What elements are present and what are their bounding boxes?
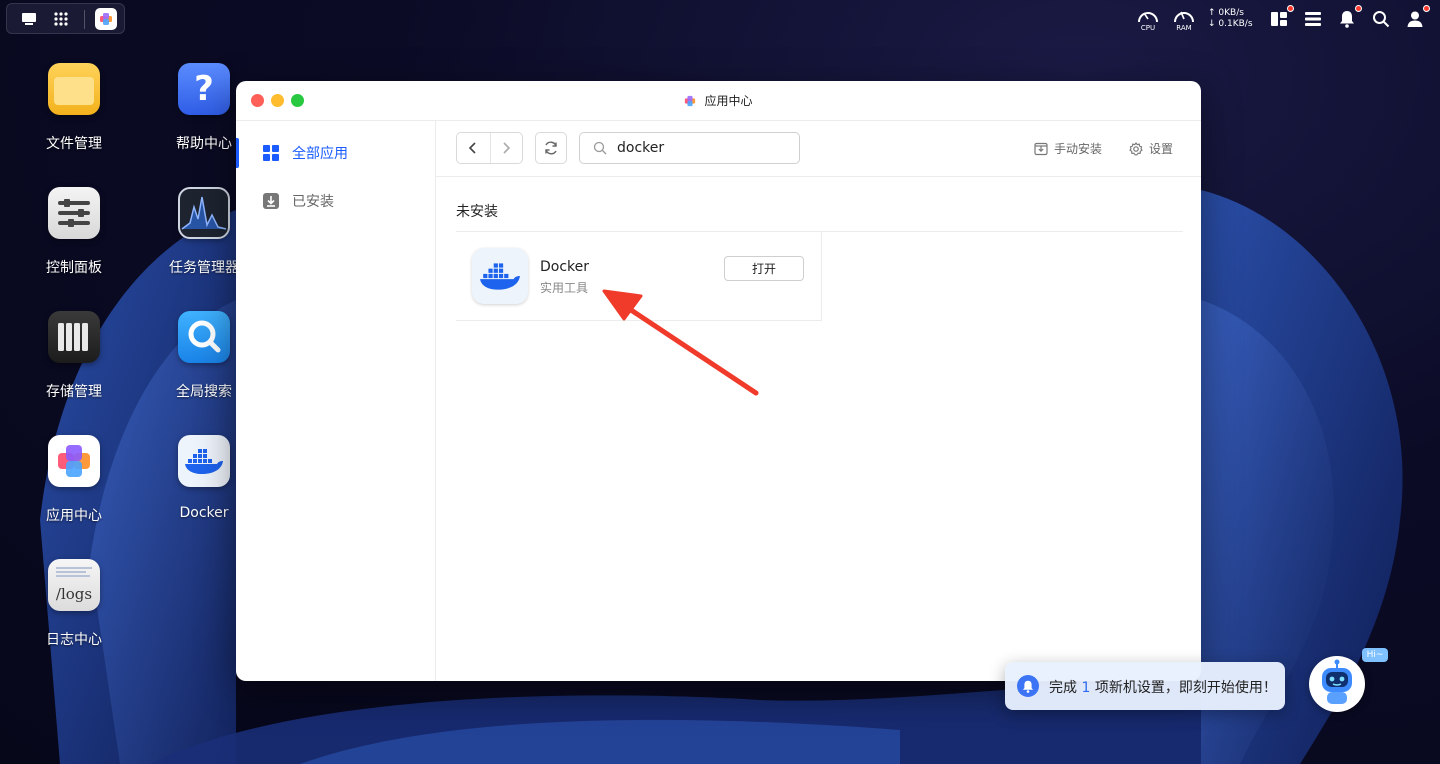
network-speed[interactable]: ↑ 0KB/s ↓ 0.1KB/s — [1208, 8, 1256, 30]
notification-count: 1 — [1081, 680, 1091, 696]
app-center-window: 应用中心 全部应用 已安装 手 — [236, 81, 1201, 681]
status-area: CPU RAM ↑ 0KB/s ↓ 0.1KB/s — [1136, 5, 1430, 32]
log-file-icon: /logs — [48, 559, 100, 611]
top-bar: CPU RAM ↑ 0KB/s ↓ 0.1KB/s — [0, 0, 1440, 36]
desktop-icon-file-manager[interactable]: 文件管理 — [24, 63, 124, 153]
window-titlebar[interactable]: 应用中心 — [236, 81, 1201, 121]
taskbar-divider — [84, 10, 85, 29]
grid-icon — [263, 145, 279, 161]
docker-whale-icon — [178, 435, 230, 487]
docker-whale-icon — [472, 248, 528, 304]
app-list-content: 未安装 Docker 实用工具 打开 — [436, 177, 1201, 681]
magnifier-icon — [178, 311, 230, 363]
setup-notification[interactable]: 完成 1 项新机设置，即刻开始使用！ — [1005, 662, 1285, 710]
section-title-not-installed: 未安装 — [456, 204, 498, 220]
app-center-taskbar-icon[interactable] — [94, 8, 118, 30]
net-down: 0.1KB/s — [1218, 19, 1253, 29]
bell-icon[interactable] — [1336, 5, 1362, 30]
net-up: 0KB/s — [1218, 8, 1244, 18]
sidebar-item-label: 全部应用 — [292, 146, 348, 162]
notification-text: 完成 1 项新机设置，即刻开始使用！ — [1049, 677, 1277, 697]
search-input[interactable] — [617, 138, 792, 158]
refresh-button[interactable] — [535, 132, 567, 164]
search-icon[interactable] — [1370, 8, 1392, 30]
sidebar: 全部应用 已安装 — [236, 121, 436, 681]
app-grid-icon[interactable] — [49, 8, 73, 30]
bell-badge — [1355, 5, 1362, 12]
taskbar-left — [6, 3, 125, 34]
chevron-left-icon — [469, 142, 476, 154]
desktop-icon-label: 控制面板 — [46, 260, 102, 276]
install-icon — [1034, 142, 1048, 155]
app-card-docker[interactable]: Docker 实用工具 打开 — [456, 232, 822, 321]
sliders-icon — [48, 187, 100, 239]
chevron-right-icon — [503, 142, 511, 154]
assistant-hi-badge: Hi~ — [1362, 648, 1388, 662]
desktop-icon-app-center[interactable]: 应用中心 — [24, 435, 124, 525]
sidebar-item-installed[interactable]: 已安装 — [262, 189, 334, 213]
sidebar-active-indicator — [236, 138, 239, 168]
search-box[interactable] — [579, 132, 800, 164]
log-icon-text: /logs — [55, 585, 93, 603]
desktop-icon-label: 日志中心 — [46, 632, 102, 648]
sidebar-item-all-apps[interactable]: 全部应用 — [262, 141, 348, 165]
app-center-logo-icon — [684, 95, 696, 107]
refresh-icon — [545, 141, 557, 155]
desktop-icon-label: 文件管理 — [46, 136, 102, 152]
task-list-icon[interactable] — [1302, 8, 1324, 30]
app-name: Docker — [540, 259, 590, 275]
settings-button[interactable]: 设置 — [1129, 140, 1173, 157]
toolbar: 手动安装 设置 — [436, 121, 1201, 177]
desktop-icon-label: 应用中心 — [46, 508, 102, 524]
cpu-gauge[interactable]: CPU — [1136, 7, 1160, 32]
download-arrow-icon: ↓ — [1208, 19, 1216, 29]
notification-prefix: 完成 — [1049, 680, 1077, 696]
manual-install-button[interactable]: 手动安装 — [1034, 140, 1102, 157]
ram-gauge[interactable]: RAM — [1172, 7, 1196, 32]
user-icon[interactable] — [1404, 5, 1430, 30]
forward-button[interactable] — [489, 133, 523, 163]
notification-suffix: 项新机设置，即刻开始使用！ — [1094, 680, 1277, 696]
desktop-icon-log-center[interactable]: /logs 日志中心 — [24, 559, 124, 649]
widgets-icon[interactable] — [1268, 5, 1294, 30]
widgets-badge — [1287, 5, 1294, 12]
notification-bell-icon — [1017, 675, 1039, 697]
show-desktop-icon[interactable] — [17, 8, 41, 30]
window-title: 应用中心 — [236, 92, 1201, 109]
download-icon — [263, 193, 279, 209]
open-app-button[interactable]: 打开 — [724, 256, 804, 281]
nav-buttons — [456, 132, 523, 164]
storage-drives-icon — [48, 311, 100, 363]
app-center-icon — [48, 435, 100, 487]
cpu-label: CPU — [1140, 24, 1156, 32]
app-category: 实用工具 — [540, 281, 589, 295]
manual-install-label: 手动安装 — [1054, 142, 1103, 156]
assistant-robot-icon[interactable] — [1309, 656, 1365, 712]
back-button[interactable] — [457, 133, 490, 163]
window-title-text: 应用中心 — [704, 94, 753, 108]
activity-chart-icon — [178, 187, 230, 239]
desktop-icon-storage-manager[interactable]: 存储管理 — [24, 311, 124, 401]
desktop-icon-control-panel[interactable]: 控制面板 — [24, 187, 124, 277]
help-icon: ? — [178, 63, 230, 115]
desktop-icon-label: 存储管理 — [46, 384, 102, 400]
ram-label: RAM — [1176, 24, 1192, 32]
search-icon — [593, 141, 607, 155]
upload-arrow-icon: ↑ — [1208, 8, 1216, 18]
folder-icon — [48, 63, 100, 115]
sidebar-item-label: 已安装 — [292, 194, 334, 210]
settings-label: 设置 — [1149, 142, 1174, 156]
user-badge — [1423, 5, 1430, 12]
gear-icon — [1129, 141, 1143, 155]
